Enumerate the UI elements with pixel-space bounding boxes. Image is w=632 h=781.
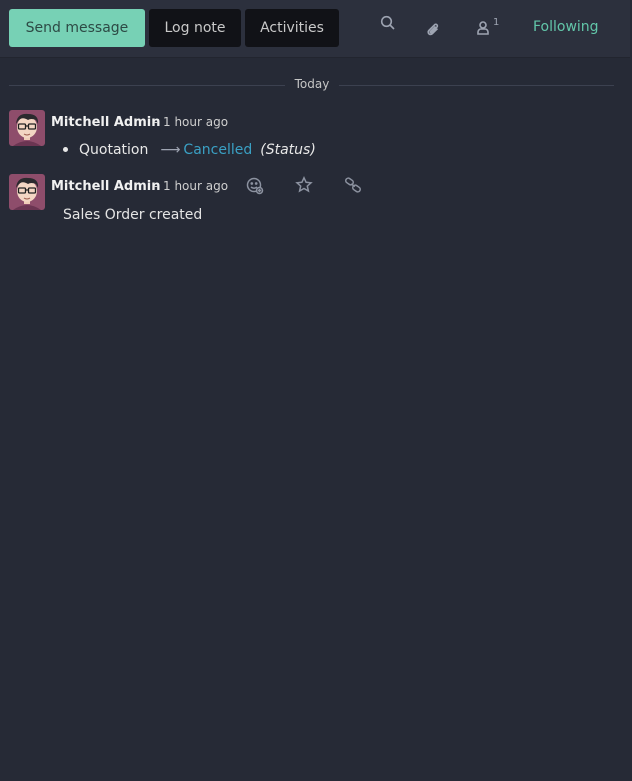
avatar[interactable] bbox=[9, 174, 45, 210]
message-author[interactable]: Mitchell Admin bbox=[51, 115, 160, 130]
activities-button[interactable]: Activities bbox=[245, 9, 339, 47]
tracking-value: Quotation ⟶ Cancelled (Status) bbox=[63, 142, 316, 158]
send-message-button[interactable]: Send message bbox=[9, 9, 145, 47]
tracking-old-value: Quotation bbox=[79, 142, 149, 158]
message-body: Sales Order created bbox=[63, 207, 203, 223]
user-icon bbox=[476, 20, 490, 40]
author-time-separator: - bbox=[154, 115, 159, 129]
date-separator: Today bbox=[287, 77, 337, 91]
chatter-topbar: Send message Log note Activities 1 Follo… bbox=[0, 0, 630, 58]
tracking-field-name: (Status) bbox=[260, 142, 316, 158]
followers-count: 1 bbox=[493, 17, 500, 28]
paperclip-icon[interactable] bbox=[422, 15, 446, 45]
avatar[interactable] bbox=[9, 110, 45, 146]
message-author[interactable]: Mitchell Admin bbox=[51, 179, 160, 194]
link-icon[interactable] bbox=[342, 174, 364, 196]
followers-button[interactable] bbox=[471, 15, 495, 45]
bullet bbox=[63, 146, 68, 152]
search-icon[interactable] bbox=[376, 8, 400, 38]
date-divider-left bbox=[9, 85, 285, 86]
message-date: 1 hour ago bbox=[163, 179, 229, 193]
log-note-button[interactable]: Log note bbox=[149, 9, 241, 47]
add-reaction-icon[interactable] bbox=[244, 175, 266, 197]
tracking-new-value: Cancelled bbox=[183, 142, 253, 158]
following-button[interactable]: Following bbox=[533, 19, 599, 35]
arrow-right-icon: ⟶ bbox=[160, 142, 181, 158]
star-icon[interactable] bbox=[293, 174, 315, 196]
date-divider-right bbox=[339, 85, 614, 86]
author-time-separator: - bbox=[154, 179, 159, 193]
message-date: 1 hour ago bbox=[163, 115, 229, 129]
